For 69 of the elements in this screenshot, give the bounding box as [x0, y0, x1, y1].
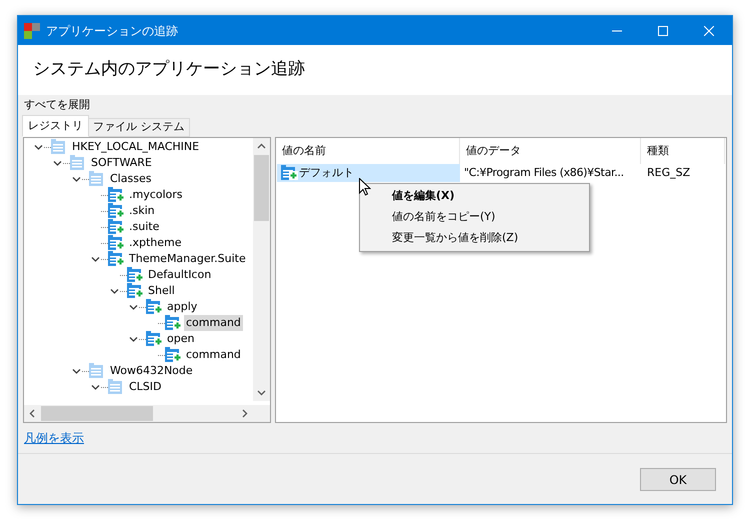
registry-key-icon [89, 171, 106, 187]
tree-item[interactable]: ThemeManager.Suite [127, 251, 248, 267]
string-value-icon [281, 165, 298, 181]
mouse-cursor-icon [359, 178, 371, 196]
added-key-icon [165, 347, 182, 363]
table-cell-text: REG_SZ [646, 164, 692, 181]
registry-key-icon [70, 155, 87, 171]
page-heading: システム内のアプリケーション追跡 [33, 58, 305, 82]
tab[interactable]: レジストリ [22, 115, 89, 137]
scroll-down-icon [257, 390, 266, 396]
tree-item[interactable]: .xptheme [127, 235, 184, 251]
added-key-icon [127, 283, 144, 299]
expanded-chevron-icon[interactable] [72, 174, 80, 184]
menu-item[interactable]: 値の名前をコピー(Y) [360, 207, 589, 228]
added-key-icon [127, 267, 144, 283]
tree-item[interactable]: Shell [146, 283, 177, 299]
added-key-icon [108, 187, 125, 203]
tree-item[interactable]: Wow6432Node [108, 363, 195, 379]
table-cell-text: "C:¥Program Files (x86)¥Star... [463, 164, 625, 181]
tree-item[interactable]: HKEY_LOCAL_MACHINE [70, 139, 202, 155]
tree-item[interactable]: DefaultIcon [146, 267, 214, 283]
expanded-chevron-icon[interactable] [72, 366, 80, 376]
added-key-icon [108, 235, 125, 251]
close-icon [704, 26, 714, 36]
scroll-left-icon [29, 409, 35, 418]
tree-item[interactable]: .skin [127, 203, 157, 219]
tree-item[interactable]: CLSID [127, 379, 164, 395]
tree-item[interactable]: command [184, 347, 243, 363]
expanded-chevron-icon[interactable] [110, 286, 118, 296]
app-logo-icon [24, 22, 40, 38]
tree-item[interactable]: Classes [108, 171, 154, 187]
maximize-icon [658, 26, 668, 36]
registry-key-icon [108, 379, 125, 395]
menu-item[interactable]: 変更一覧から値を削除(Z) [360, 228, 589, 249]
ok-button[interactable]: OK [640, 468, 716, 492]
horizontal-scrollbar[interactable] [24, 405, 253, 422]
show-legend-link[interactable]: 凡例を表示 [24, 429, 84, 447]
scrollbar-thumb[interactable] [254, 155, 269, 221]
column-header[interactable]: 種類 [641, 138, 725, 164]
tree-item[interactable]: .suite [127, 219, 162, 235]
tree-item[interactable]: SOFTWARE [89, 155, 154, 171]
tree-item[interactable]: apply [165, 299, 200, 315]
expanded-chevron-icon[interactable] [34, 142, 42, 152]
tree-item[interactable]: .mycolors [127, 187, 185, 203]
value-name: デフォルト [299, 164, 354, 181]
tree-item[interactable]: command [184, 315, 243, 331]
scrollbar-corner [253, 405, 270, 422]
registry-key-icon [89, 363, 106, 379]
expand-all-button[interactable]: すべてを展開 [22, 96, 92, 114]
tab[interactable]: ファイル システム [89, 118, 190, 137]
table-cell[interactable]: デフォルト [277, 164, 460, 182]
added-key-icon [146, 299, 163, 315]
added-key-icon [146, 331, 163, 347]
added-key-icon [108, 251, 125, 267]
expanded-chevron-icon[interactable] [128, 302, 138, 312]
expanded-chevron-icon[interactable] [52, 158, 62, 168]
added-key-icon [165, 315, 182, 331]
window-title: アプリケーションの追跡 [46, 22, 178, 40]
vertical-scrollbar[interactable] [253, 138, 270, 401]
added-key-icon [108, 203, 125, 219]
tree-item[interactable]: open [165, 331, 196, 347]
expanded-chevron-icon[interactable] [128, 334, 138, 344]
expanded-chevron-icon[interactable] [90, 382, 100, 392]
added-key-icon [108, 219, 125, 235]
scroll-right-icon [242, 409, 248, 418]
scroll-up-icon [257, 143, 266, 149]
scrollbar-thumb[interactable] [41, 406, 153, 421]
expanded-chevron-icon[interactable] [90, 254, 100, 264]
column-header[interactable]: 値のデータ [460, 138, 641, 164]
